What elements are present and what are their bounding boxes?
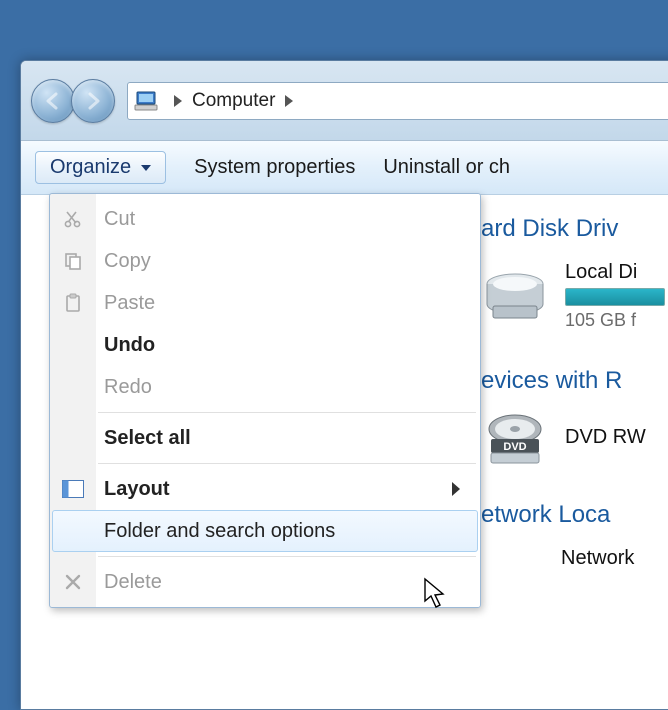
forward-button[interactable]	[71, 79, 115, 123]
chevron-right-icon	[452, 482, 460, 496]
menu-item-label: Cut	[104, 208, 135, 231]
drive-label: DVD RW	[565, 426, 646, 449]
explorer-window: Computer Organize System properties Unin…	[20, 60, 668, 710]
content-area: ard Disk Driv Local Di 105 GB f evices w…	[21, 195, 668, 710]
delete-icon	[56, 572, 90, 592]
menu-item-label: Select all	[104, 427, 191, 450]
menu-item-label: Layout	[104, 478, 170, 501]
drive-label: Local Di	[565, 261, 665, 284]
group-hard-disk[interactable]: ard Disk Driv	[481, 215, 668, 243]
menu-item-label: Delete	[104, 571, 162, 594]
menu-separator	[98, 463, 476, 464]
group-removable[interactable]: evices with R	[481, 367, 668, 395]
capacity-bar	[565, 288, 665, 306]
menu-cut[interactable]: Cut	[52, 198, 478, 240]
command-bar: Organize System properties Uninstall or …	[21, 141, 668, 195]
organize-label: Organize	[50, 156, 131, 179]
organize-menu: Cut Copy Paste Undo Redo	[49, 193, 481, 608]
menu-redo[interactable]: Redo	[52, 366, 478, 408]
chevron-down-icon	[141, 165, 151, 171]
clipboard-icon	[56, 293, 90, 313]
hard-drive-icon	[481, 270, 549, 322]
scissors-icon	[56, 209, 90, 229]
menu-item-label: Undo	[104, 334, 155, 357]
menu-layout[interactable]: Layout	[52, 468, 478, 510]
menu-separator	[98, 556, 476, 557]
menu-item-label: Paste	[104, 292, 155, 315]
back-button[interactable]	[31, 79, 75, 123]
drive-info: Local Di 105 GB f	[565, 261, 665, 331]
drive-label: Network	[561, 547, 634, 570]
drive-free-space: 105 GB f	[565, 310, 665, 331]
copy-icon	[56, 251, 90, 271]
drive-item[interactable]: Local Di 105 GB f	[481, 261, 668, 331]
computer-icon	[134, 91, 158, 111]
menu-paste[interactable]: Paste	[52, 282, 478, 324]
drive-item[interactable]: Network	[481, 547, 668, 574]
nav-buttons	[31, 79, 115, 123]
layout-icon	[56, 480, 90, 498]
nav-frame: Computer	[21, 61, 668, 141]
menu-item-label: Redo	[104, 376, 152, 399]
menu-undo[interactable]: Undo	[52, 324, 478, 366]
group-network[interactable]: etwork Loca	[481, 501, 668, 529]
arrow-right-icon	[82, 90, 104, 112]
breadcrumb-root[interactable]: Computer	[192, 90, 275, 112]
chevron-right-icon	[285, 95, 293, 107]
address-bar[interactable]: Computer	[127, 82, 668, 120]
menu-folder-options[interactable]: Folder and search options	[52, 510, 478, 552]
drive-item[interactable]: DVD DVD RW	[481, 413, 668, 465]
chevron-right-icon	[174, 95, 182, 107]
drive-info: Network	[561, 547, 634, 574]
menu-item-label: Folder and search options	[104, 520, 335, 543]
organize-button[interactable]: Organize	[35, 151, 166, 184]
drive-info: DVD RW	[565, 426, 646, 453]
mouse-cursor-icon	[423, 577, 449, 609]
menu-copy[interactable]: Copy	[52, 240, 478, 282]
system-properties-button[interactable]: System properties	[194, 156, 355, 179]
menu-delete[interactable]: Delete	[52, 561, 478, 603]
menu-separator	[98, 412, 476, 413]
uninstall-button[interactable]: Uninstall or ch	[383, 156, 510, 179]
menu-item-label: Copy	[104, 250, 151, 273]
menu-select-all[interactable]: Select all	[52, 417, 478, 459]
dvd-drive-icon: DVD	[481, 413, 549, 465]
svg-text:DVD: DVD	[503, 441, 526, 453]
arrow-left-icon	[42, 90, 64, 112]
